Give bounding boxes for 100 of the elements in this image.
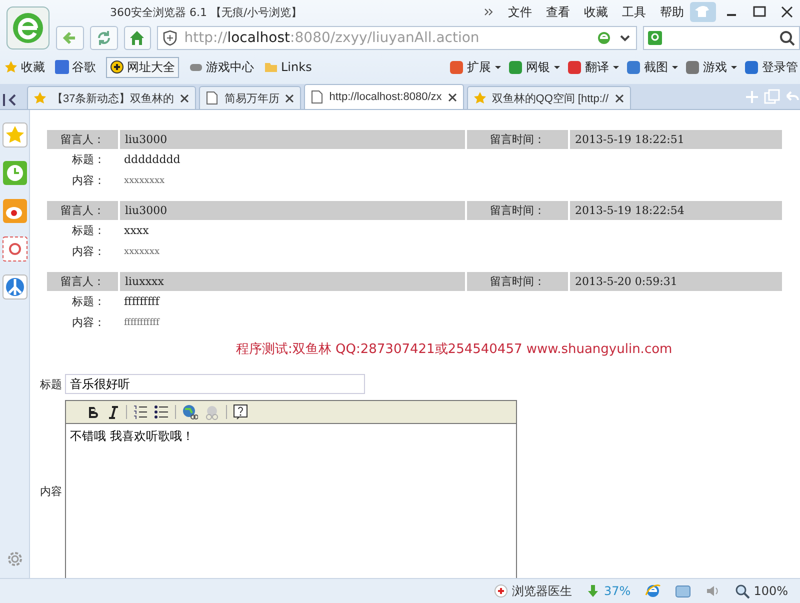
toolbar-item[interactable]: 扩展: [449, 58, 502, 76]
bookmark-icon: [264, 60, 278, 74]
chevron-icon[interactable]: [483, 6, 494, 18]
field-label: 内容：: [72, 174, 105, 187]
header-cell: 留言时间：: [467, 272, 568, 291]
bookmark-icon: [55, 60, 69, 74]
header-cell: 留言人：: [47, 130, 118, 149]
url-text: http://localhost:8080/zxyy/liuyanAll.action: [184, 30, 480, 46]
close-icon[interactable]: [614, 92, 625, 104]
field-label: 标题：: [72, 224, 105, 237]
header-cell: 留言人：: [47, 201, 118, 220]
tab-label: 简易万年历: [224, 92, 280, 104]
menu-item[interactable]: 收藏: [584, 4, 608, 20]
address-field[interactable]: http://localhost:8080/zxyy/liuyanAll.action: [157, 26, 638, 50]
globe-e-logo: [6, 6, 50, 50]
numbered-list-icon[interactable]: [133, 404, 148, 420]
menu-item[interactable]: 工具: [622, 4, 646, 20]
search-field[interactable]: [643, 26, 800, 50]
field-value: xxxxxxxx: [124, 176, 165, 186]
header-cell: liu3000: [120, 130, 465, 149]
close-icon[interactable]: [284, 92, 296, 104]
caret-icon: [671, 63, 679, 71]
tab-label: 【37条新动态】双鱼林的: [52, 92, 174, 104]
bookmark-item[interactable]: Links: [264, 60, 312, 74]
download-arrow-icon: [586, 584, 600, 598]
tab-label: http://localhost:8080/zx: [329, 91, 442, 103]
bookmark-item[interactable]: 谷歌: [55, 58, 96, 76]
close-icon[interactable]: [446, 92, 458, 102]
field-label: 标题: [40, 376, 62, 392]
header-cell: 留言人：: [47, 272, 118, 291]
field-value: fffffffffff: [124, 318, 160, 328]
bullet-list-icon[interactable]: [154, 404, 169, 420]
field-label: 标题：: [72, 153, 105, 166]
peace-icon[interactable]: [2, 274, 28, 300]
tool-icon: [685, 60, 700, 74]
toolbar-item[interactable]: 截图: [626, 58, 679, 76]
caret-icon: [553, 63, 561, 71]
tool-icon: [567, 60, 582, 74]
field-label: 内容：: [72, 316, 105, 329]
header-cell: 2013-5-20 0:59:31: [570, 272, 782, 291]
title-input[interactable]: 音乐很好听: [65, 374, 365, 394]
close-icon[interactable]: [179, 92, 190, 104]
window-title: 360安全浏览器 6.1 【无痕/小号浏览】: [110, 4, 302, 20]
notice-text: 程序测试:双鱼林 QQ:287307421或254540457 www.shuangyulin.com: [236, 341, 672, 358]
caret-icon: [494, 63, 502, 71]
bookmark-icon: [110, 60, 124, 74]
header-cell: 留言时间：: [467, 130, 568, 149]
toolbar-item[interactable]: 翻译: [567, 58, 620, 76]
tool-icon: [626, 60, 641, 74]
page-icon: [310, 90, 324, 104]
clock-icon[interactable]: [2, 160, 28, 186]
tab-label: 双鱼林的QQ空间 [http://: [492, 92, 609, 104]
tool-icon: [508, 60, 523, 74]
header-cell: liuxxxx: [120, 272, 465, 291]
shield-icon: [162, 30, 178, 46]
field-label: 内容：: [72, 245, 105, 258]
window-icon[interactable]: [674, 583, 691, 599]
toolbar-item[interactable]: 登录管: [744, 58, 798, 76]
home-icon: [128, 29, 146, 47]
zoom-button[interactable]: 100%: [734, 584, 788, 598]
browser-tab[interactable]: 双鱼林的QQ空间 [http://: [466, 86, 631, 109]
magnifier-icon: [734, 584, 750, 598]
home-button[interactable]: [124, 26, 152, 50]
toolbar-item[interactable]: 游戏: [685, 58, 738, 76]
field-value: xxxx: [124, 224, 149, 237]
header-cell: 2013-5-19 18:22:51: [570, 130, 782, 149]
globe-link-icon[interactable]: [182, 404, 198, 420]
caret-icon: [612, 63, 620, 71]
field-label: 内容: [40, 484, 62, 498]
browser-tab[interactable]: http://localhost:8080/zx: [304, 84, 464, 109]
bookmark-item[interactable]: 网址大全: [106, 56, 179, 78]
refresh-button[interactable]: [90, 26, 118, 50]
bookmark-item[interactable]: 收藏: [4, 58, 45, 76]
bookmark-icon: [4, 60, 18, 74]
tool-icon: [744, 60, 759, 74]
menu-item[interactable]: 文件: [508, 4, 532, 20]
caret-icon: [730, 63, 738, 71]
tool-icon: [449, 60, 464, 74]
doctor-button[interactable]: 浏览器医生: [494, 582, 572, 600]
first-aid-icon: [494, 584, 508, 598]
field-value: fffffffff: [124, 295, 160, 308]
field-value: dddddddd: [124, 153, 180, 166]
bold-icon[interactable]: [86, 404, 100, 420]
browser-tab[interactable]: 简易万年历: [199, 86, 302, 109]
browser-tab[interactable]: 【37条新动态】双鱼林的: [27, 86, 196, 109]
header-cell: 2013-5-19 18:22:54: [570, 201, 782, 220]
header-cell: 留言时间：: [467, 201, 568, 220]
page-icon: [205, 91, 220, 105]
italic-icon[interactable]: [106, 404, 120, 420]
search-icon[interactable]: [778, 30, 795, 46]
bookmark-item[interactable]: 游戏中心: [189, 58, 254, 76]
menu-item[interactable]: 查看: [546, 4, 570, 20]
star-icon: [33, 91, 47, 105]
field-value: xxxxxxx: [124, 246, 160, 256]
help-icon[interactable]: [233, 404, 249, 420]
toolbar-item[interactable]: 网银: [508, 58, 561, 76]
menu-item[interactable]: 帮助: [660, 4, 684, 20]
field-label: 标题：: [72, 295, 105, 308]
header-cell: liu3000: [120, 201, 465, 220]
eye-icon[interactable]: [2, 198, 28, 224]
